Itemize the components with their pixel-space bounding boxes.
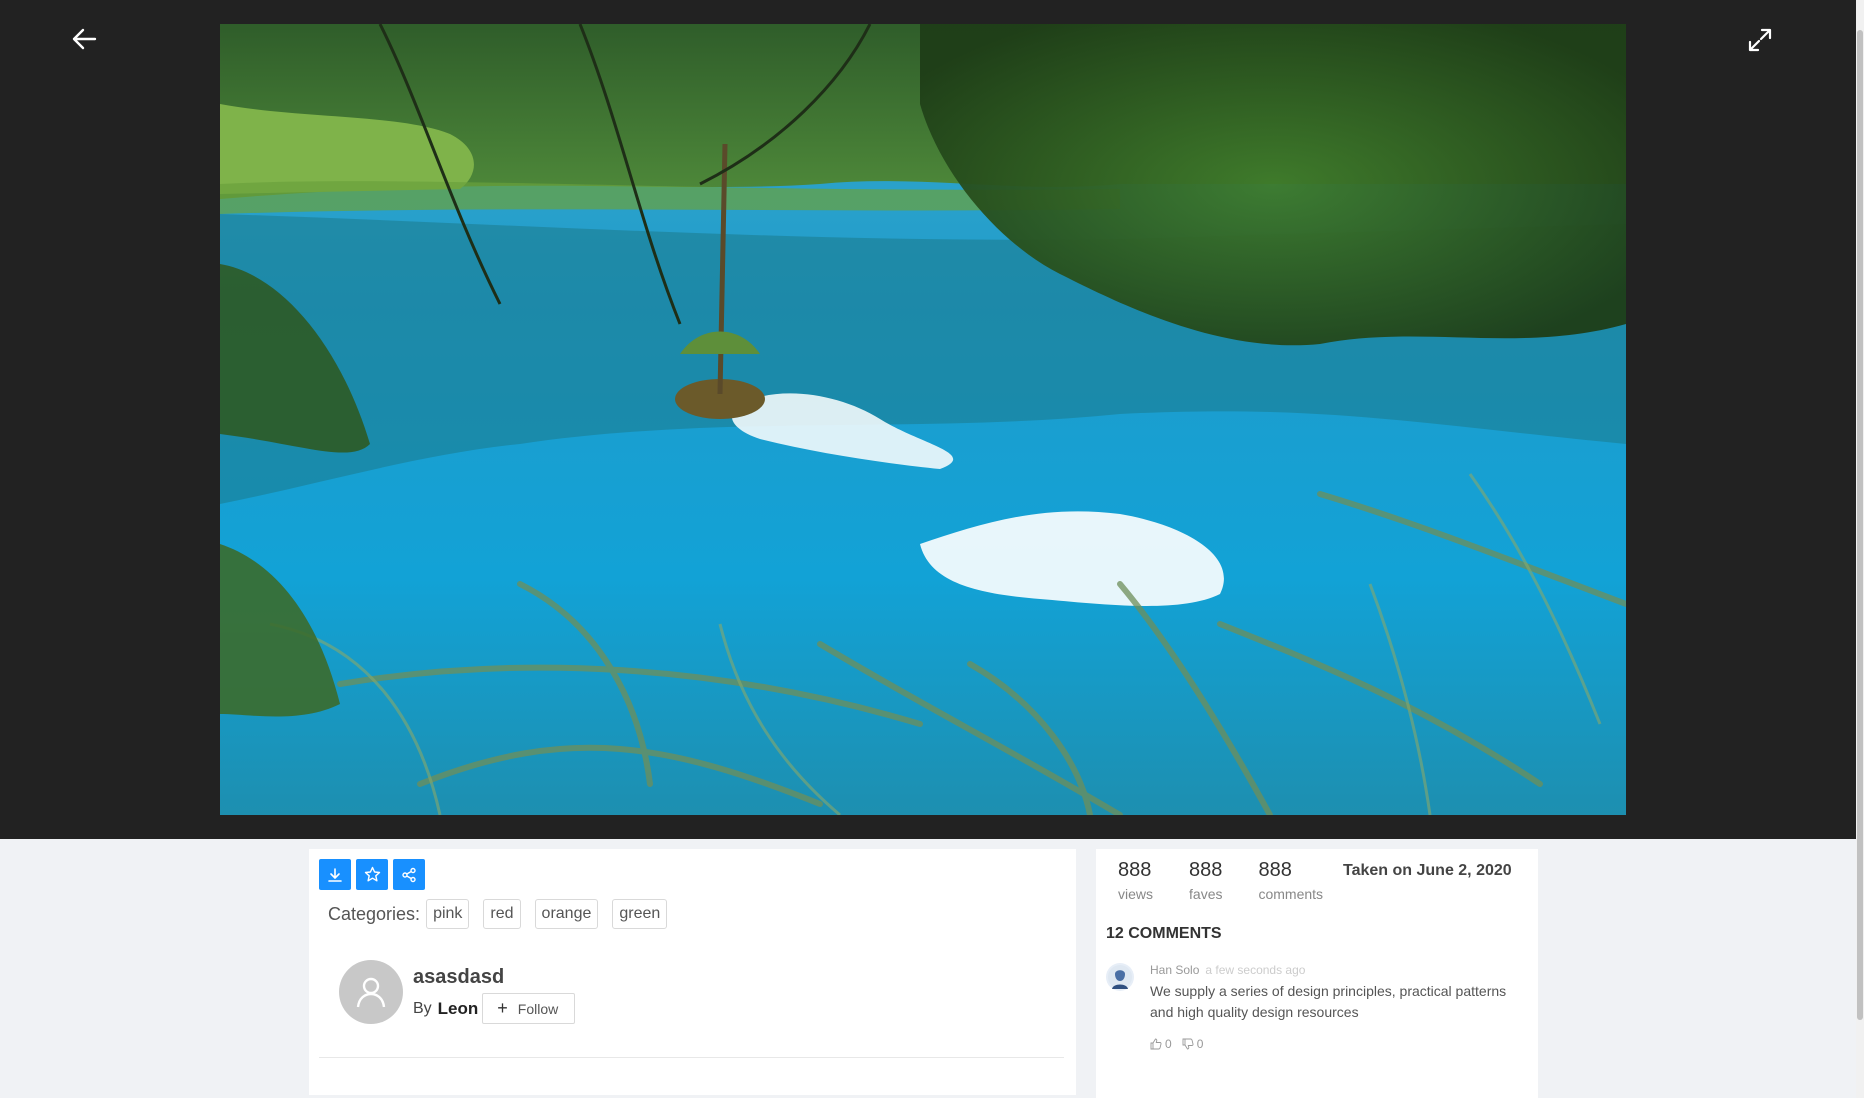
category-tag[interactable]: pink — [426, 899, 470, 929]
thumbs-down-icon — [1182, 1038, 1194, 1050]
dislike-count: 0 — [1196, 1037, 1204, 1051]
stat-label: faves — [1189, 886, 1223, 902]
photo-viewer — [0, 0, 1856, 839]
follow-label: Follow — [517, 1000, 559, 1017]
comment-avatar[interactable] — [1106, 963, 1134, 991]
back-button[interactable] — [66, 24, 102, 54]
main-photo — [220, 24, 1626, 815]
photo-details-panel: Categories: pink red orange green asasda… — [309, 849, 1076, 1095]
stat-comments: 888 comments — [1258, 859, 1323, 902]
follow-button[interactable]: + Follow — [482, 993, 576, 1024]
like-count: 0 — [1165, 1037, 1172, 1051]
user-icon — [356, 977, 386, 1008]
fullscreen-button[interactable] — [1744, 24, 1776, 56]
expand-arrows-icon — [1748, 28, 1772, 52]
stat-value: 888 — [1258, 859, 1292, 881]
stat-views: 888 views — [1118, 859, 1153, 902]
author-card: asasdasd By Leon + Follow — [339, 960, 576, 1024]
categories: Categories: pink red orange green — [328, 899, 681, 929]
dislike-button[interactable]: 0 — [1182, 1037, 1204, 1051]
taken-date: Taken on June 2, 2020 — [1343, 862, 1512, 879]
stat-label: comments — [1258, 886, 1324, 902]
like-button[interactable]: 0 — [1150, 1037, 1172, 1051]
thumbs-up-icon — [1150, 1038, 1162, 1050]
photo-actions — [319, 859, 425, 890]
stat-label: views — [1118, 886, 1154, 902]
comment-text: We supply a series of design principles,… — [1150, 983, 1507, 1020]
author-name[interactable]: Leon — [438, 999, 479, 1019]
category-tag[interactable]: orange — [534, 899, 599, 929]
photo-stats-panel: 888 views 888 faves 888 comments Taken o… — [1096, 849, 1538, 1098]
stat-value: 888 — [1118, 859, 1152, 881]
user-portrait-icon — [1108, 965, 1132, 989]
categories-label: Categories: — [328, 903, 421, 924]
share-icon — [402, 867, 416, 882]
category-tag[interactable]: red — [483, 899, 521, 929]
page-scrollbar[interactable] — [1856, 0, 1864, 1098]
arrow-left-icon — [72, 28, 97, 50]
divider — [319, 1057, 1064, 1058]
comments-title: 12 COMMENTS — [1106, 925, 1222, 942]
comment-item: Han Solo a few seconds ago We supply a se… — [1106, 963, 1526, 1051]
photo-title: asasdasd — [413, 966, 505, 988]
favorite-button[interactable] — [356, 859, 388, 890]
by-label: By — [413, 999, 432, 1017]
avatar[interactable] — [339, 960, 403, 1024]
share-button[interactable] — [393, 859, 425, 890]
stat-faves: 888 faves — [1189, 859, 1222, 902]
comment-author[interactable]: Han Solo — [1150, 963, 1199, 977]
stat-value: 888 — [1189, 859, 1223, 881]
stats: 888 views 888 faves 888 comments — [1118, 859, 1359, 902]
star-icon — [364, 866, 380, 882]
download-button[interactable] — [319, 859, 351, 890]
category-tag[interactable]: green — [612, 899, 668, 929]
comment-time: a few seconds ago — [1205, 963, 1306, 977]
scrollbar-thumb[interactable] — [1857, 30, 1863, 1020]
download-icon — [328, 867, 342, 882]
plus-icon: + — [497, 998, 508, 1018]
